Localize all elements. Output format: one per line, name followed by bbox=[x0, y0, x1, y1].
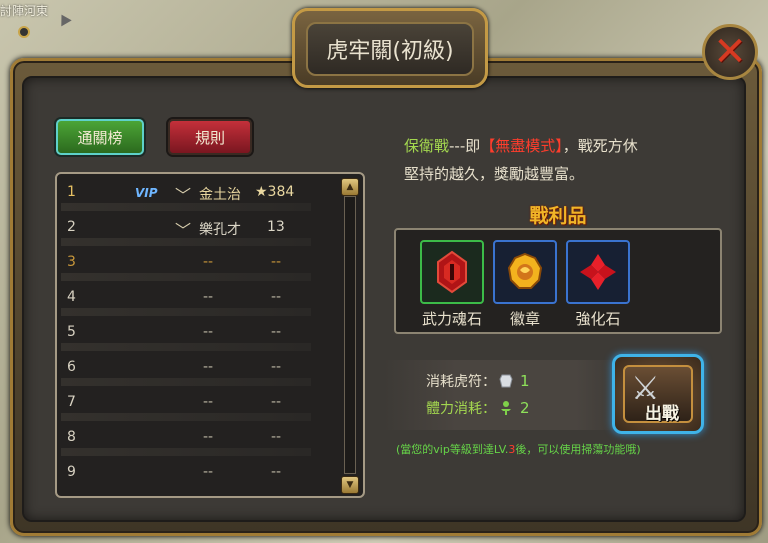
rank-number: 1 bbox=[67, 184, 76, 200]
vip-note-before: (當您的vip等級到達LV. bbox=[396, 443, 509, 456]
player-score: ★384 bbox=[255, 184, 295, 200]
rank-number: 5 bbox=[67, 324, 76, 340]
stamina-icon bbox=[501, 401, 511, 415]
player-score: -- bbox=[271, 359, 282, 375]
battle-button-face: ⚔ 出戰 bbox=[623, 365, 693, 424]
player-name: -- bbox=[203, 289, 214, 305]
player-name: -- bbox=[203, 324, 214, 340]
rules-button[interactable]: 規則 bbox=[168, 119, 252, 155]
stamina-cost: 體力消耗： 2 bbox=[426, 398, 530, 418]
row-divider bbox=[61, 308, 311, 316]
mode-name: 保衛戰 bbox=[404, 137, 450, 155]
mode-tag: 【無盡模式】 bbox=[480, 137, 563, 155]
tiger-tally-label: 消耗虎符： bbox=[426, 374, 496, 390]
row-divider bbox=[61, 448, 311, 456]
scroll-up-button[interactable]: ▲ bbox=[341, 178, 359, 196]
player-score: -- bbox=[271, 394, 282, 410]
close-button[interactable]: ✕ bbox=[702, 24, 758, 80]
list-item[interactable]: 9 -- -- bbox=[61, 458, 339, 490]
row-divider bbox=[61, 238, 311, 246]
rank-number: 8 bbox=[67, 429, 76, 445]
player-name: -- bbox=[203, 359, 214, 375]
red-gem-icon bbox=[437, 250, 467, 294]
row-divider bbox=[61, 413, 311, 421]
row-divider bbox=[61, 203, 311, 211]
mode-rest: ，戰死方休 bbox=[562, 137, 638, 155]
tiger-tally-value: 1 bbox=[520, 372, 530, 390]
player-score: 13 bbox=[267, 219, 285, 235]
rank-number: 3 bbox=[67, 254, 76, 270]
rewards-title: 戰利品 bbox=[529, 205, 587, 227]
row-divider bbox=[61, 273, 311, 281]
list-item[interactable]: 3 -- -- bbox=[61, 248, 339, 281]
list-item[interactable]: 4 -- -- bbox=[61, 283, 339, 316]
rank-number: 4 bbox=[67, 289, 76, 305]
ranking-list: 1 VIP ﹀ 金土治 ★384 2 ﹀ 樂孔才 13 3 -- -- 4 --… bbox=[55, 172, 365, 498]
player-name: -- bbox=[203, 464, 214, 480]
scroll-track[interactable] bbox=[344, 196, 356, 474]
stamina-value: 2 bbox=[520, 399, 530, 417]
tiger-tally-icon bbox=[499, 374, 513, 388]
enhance-stone-icon bbox=[580, 254, 616, 290]
description-line-2: 堅持的越久，獎勵越豐富。 bbox=[404, 165, 585, 183]
rank-number: 7 bbox=[67, 394, 76, 410]
reward-label: 武力魂石 bbox=[421, 310, 482, 328]
player-score: -- bbox=[271, 289, 282, 305]
reward-label: 徽章 bbox=[509, 310, 540, 328]
map-pin-icon bbox=[18, 26, 30, 38]
list-item[interactable]: 6 -- -- bbox=[61, 353, 339, 386]
list-item[interactable]: 8 -- -- bbox=[61, 423, 339, 456]
player-name: -- bbox=[203, 429, 214, 445]
reward-label: 強化石 bbox=[575, 310, 621, 328]
reward-slot-soul-stone[interactable] bbox=[420, 240, 484, 304]
player-name: -- bbox=[203, 254, 214, 270]
list-item[interactable]: 1 VIP ﹀ 金土治 ★384 bbox=[61, 178, 339, 211]
dialog-title: 虎牢關(初級) bbox=[306, 22, 474, 76]
tab-ranking[interactable]: 通關榜 bbox=[56, 119, 144, 155]
scroll-down-button[interactable]: ▼ bbox=[341, 476, 359, 494]
vip-badge: VIP bbox=[135, 186, 158, 200]
player-score: -- bbox=[271, 254, 282, 270]
reward-slot-enhance-stone[interactable] bbox=[566, 240, 630, 304]
rank-number: 6 bbox=[67, 359, 76, 375]
stamina-label: 體力消耗： bbox=[426, 401, 496, 417]
tiger-tally-cost: 消耗虎符： 1 bbox=[426, 371, 530, 391]
row-divider bbox=[61, 378, 311, 386]
player-name: -- bbox=[203, 394, 214, 410]
vip-note-after: 後，可以使用掃蕩功能哦) bbox=[515, 443, 641, 456]
reward-slot-badge[interactable] bbox=[493, 240, 557, 304]
player-score: -- bbox=[271, 429, 282, 445]
rank-number: 2 bbox=[67, 219, 76, 235]
player-name: 金土治 bbox=[199, 187, 241, 203]
mode-description: 保衛戰---即【無盡模式】，戰死方休 堅持的越久，獎勵越豐富。 bbox=[404, 132, 734, 188]
close-icon: ✕ bbox=[713, 29, 747, 75]
row-divider bbox=[61, 343, 311, 351]
vip-sweep-hint: (當您的vip等級到達LV.3後，可以使用掃蕩功能哦) bbox=[396, 441, 736, 457]
map-location-label: 討陣河東 bbox=[0, 4, 49, 18]
player-score: -- bbox=[271, 324, 282, 340]
list-item[interactable]: 5 -- -- bbox=[61, 318, 339, 351]
list-item[interactable]: 2 ﹀ 樂孔才 13 bbox=[61, 213, 339, 246]
player-score: -- bbox=[271, 464, 282, 480]
ranking-scrollbar[interactable]: ▲ ▼ bbox=[341, 178, 359, 494]
badge-icon bbox=[507, 252, 543, 289]
list-item[interactable]: 7 -- -- bbox=[61, 388, 339, 421]
mode-separator: ---即 bbox=[449, 137, 481, 155]
rank-number: 9 bbox=[67, 464, 76, 480]
player-name: 樂孔才 bbox=[199, 222, 241, 238]
battle-label: 出戰 bbox=[645, 404, 679, 424]
battle-button[interactable]: ⚔ 出戰 bbox=[612, 354, 704, 434]
description-line-1: 保衛戰---即【無盡模式】，戰死方休 bbox=[404, 132, 734, 160]
